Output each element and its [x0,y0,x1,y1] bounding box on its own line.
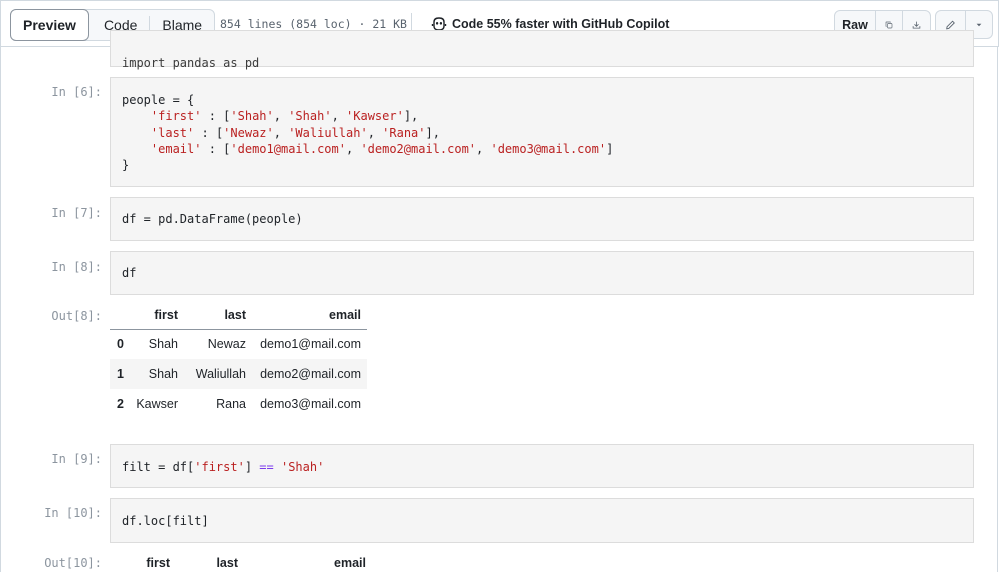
code-token: 'email' [150,141,202,156]
column-header: last [184,302,252,330]
code-token: 'Kawser' [346,109,404,124]
code-line: } [122,158,130,173]
code-token: == [259,460,274,474]
input-prompt: In [10]: [44,506,102,520]
column-header: first [130,302,184,330]
table-cell: Shah [148,337,178,352]
code-token: 'Waliullah' [288,125,368,140]
column-header: first [122,551,176,572]
table-cell: demo1@mail.com [260,337,361,352]
code-line: people = { [122,93,195,107]
table-cell: demo2@mail.com [260,367,361,381]
table-header-row: first last email [110,551,372,572]
code-line: df.loc[filt] [122,514,209,528]
code-line: df [122,266,137,280]
column-header: email [244,551,372,572]
table-cell: Rana [216,397,246,411]
table-cell: Shah [148,367,178,381]
row-index: 2 [117,397,124,411]
row-index: 0 [117,337,124,352]
code-token: 'demo2@mail.com' [360,141,477,156]
table-cell: demo3@mail.com [260,397,361,411]
file-meta: 854 lines (854 loc) · 21 KB [220,17,407,31]
input-prompt: In [6]: [51,85,102,99]
code-token: 'demo1@mail.com' [230,141,346,156]
frame-border-right [997,47,998,572]
code-token: 'Newaz' [223,125,274,140]
code-token: filt = df[ [122,460,195,474]
dataframe-output-8: first last email 0 Shah Newaz demo1@mail… [110,302,367,419]
code-token: 'demo3@mail.com' [490,141,607,156]
chevron-down-icon [976,23,982,26]
table-cell: Waliullah [195,367,246,381]
index-header [110,551,122,572]
code-token: ] [244,460,260,474]
index-header [110,302,130,330]
code-cell-7[interactable]: df = pd.DataFrame(people) [110,197,974,241]
row-index: 1 [117,367,124,381]
column-header: email [252,302,367,330]
column-header: last [176,551,244,572]
code-line: df = pd.DataFrame(people) [122,212,303,226]
code-cell-8[interactable]: df [110,251,974,295]
code-cell-9[interactable]: filt = df['first'] == 'Shah' [110,444,974,488]
input-prompt: In [8]: [51,260,102,274]
code-token: 'first' [194,460,245,474]
output-prompt: Out[10]: [44,556,102,570]
code-token: 'Shah' [280,460,325,474]
code-cell-10[interactable]: df.loc[filt] [110,498,974,543]
code-token: 'Shah' [288,109,332,124]
code-cell-5[interactable]: import pandas as pd [110,30,974,71]
output-prompt: Out[8]: [51,309,102,323]
code-token: 'Shah' [230,109,274,124]
frame-border-left [0,47,1,572]
code-token: 'first' [150,109,202,124]
code-cell-6[interactable]: people = { 'first' : ['Shah', 'Shah', 'K… [110,77,974,187]
table-row: 2 Kawser Rana demo3@mail.com [110,389,367,419]
copilot-promo-text: Code 55% faster with GitHub Copilot [452,17,670,31]
table-header-row: first last email [110,302,367,330]
tab-preview[interactable]: Preview [10,9,89,41]
table-row: 0 Shah Newaz demo1@mail.com [110,329,367,359]
input-prompt: In [7]: [51,206,102,220]
code-line: import pandas as pd [122,56,260,71]
table-row: 1 Shah Waliullah demo2@mail.com [110,359,367,389]
code-token: 'last' [150,125,195,140]
dataframe-output-10: first last email [110,551,372,572]
code-token: 'Rana' [382,125,426,140]
table-cell: Kawser [136,397,178,411]
table-cell: Newaz [207,337,246,352]
input-prompt: In [9]: [51,452,102,466]
